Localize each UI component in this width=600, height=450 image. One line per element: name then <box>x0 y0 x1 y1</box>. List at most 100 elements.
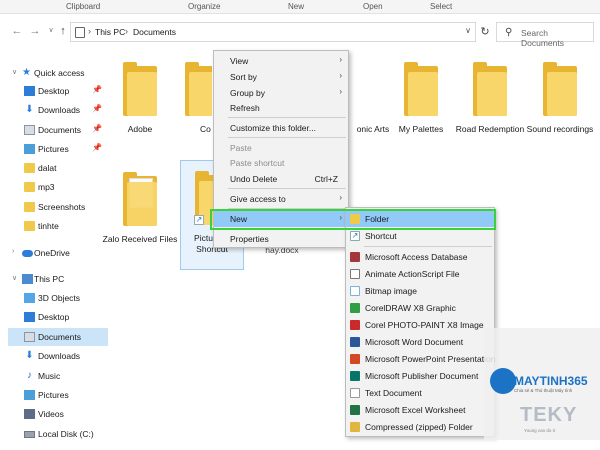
powerpoint-icon <box>350 354 360 364</box>
menu-item-label: Undo Delete <box>230 174 278 184</box>
chevron-down-icon[interactable]: ∨ <box>465 26 471 35</box>
menu-item-sort-by[interactable]: Sort by › <box>214 69 348 85</box>
sidebar-label: tinhte <box>38 221 59 231</box>
submenu-item-photopaint[interactable]: Corel PHOTO-PAINT X8 Image <box>346 317 494 333</box>
menu-item-label: Refresh <box>230 103 260 113</box>
submenu-item-label: Microsoft Access Database <box>365 252 468 262</box>
submenu-item-text[interactable]: Text Document <box>346 385 494 401</box>
menu-item-customize-folder[interactable]: Customize this folder... <box>214 120 348 136</box>
shortcut-icon: ↗ <box>350 231 360 241</box>
watermark-brand-2: TEKY <box>520 404 578 426</box>
publisher-icon <box>350 371 360 381</box>
sidebar-item-desktop[interactable]: Desktop 📌 <box>8 82 108 100</box>
menu-divider <box>228 188 346 189</box>
submenu-item-zip[interactable]: Compressed (zipped) Folder <box>346 419 494 435</box>
sidebar-item-pictures-pc[interactable]: Pictures <box>8 386 108 404</box>
menu-item-undo-delete[interactable]: Undo Delete Ctrl+Z <box>214 171 348 187</box>
menu-item-give-access[interactable]: Give access to › <box>214 191 348 207</box>
sidebar-item-3d-objects[interactable]: 3D Objects <box>8 289 108 307</box>
folder-icon <box>540 60 580 118</box>
sidebar-item-downloads-pc[interactable]: ⬇ Downloads <box>8 347 108 365</box>
sidebar-label: OneDrive <box>34 248 70 258</box>
sidebar-label: Quick access <box>34 68 85 78</box>
pictures-icon <box>24 144 35 154</box>
folder-item-zalo-received-files[interactable]: Zalo Received Files <box>100 170 180 245</box>
sidebar-item-local-disk[interactable]: Local Disk (C:) <box>8 425 108 443</box>
sidebar-item-dalat[interactable]: dalat <box>8 159 108 177</box>
search-box[interactable]: ⚲ Search Documents <box>496 22 594 48</box>
submenu-item-animate[interactable]: Animate ActionScript File <box>346 266 494 282</box>
menu-item-view[interactable]: View › <box>214 53 348 69</box>
sidebar-item-screenshots[interactable]: Screenshots <box>8 198 108 216</box>
file-explorer-window: Clipboard Organize New Open Select ← → ∨… <box>0 0 600 450</box>
submenu-item-powerpoint[interactable]: Microsoft PowerPoint Presentation <box>346 351 495 367</box>
folder-item-sound-recordings[interactable]: Sound recordings <box>520 60 600 135</box>
menu-item-group-by[interactable]: Group by › <box>214 85 348 101</box>
coreldraw-icon <box>350 303 360 313</box>
submenu-item-label: CorelDRAW X8 Graphic <box>365 303 456 313</box>
folder-label: Zalo Received Files <box>102 234 178 244</box>
folder-item-my-palettes[interactable]: My Palettes <box>381 60 461 135</box>
sidebar-item-onedrive[interactable]: › OneDrive <box>8 244 108 262</box>
folder-icon <box>470 60 510 118</box>
chevron-down-icon: ∨ <box>12 275 18 282</box>
sidebar-item-videos[interactable]: Videos <box>8 405 108 423</box>
download-icon: ⬇ <box>25 104 34 115</box>
submenu-item-shortcut[interactable]: ↗ Shortcut <box>346 228 494 244</box>
breadcrumb-documents[interactable]: Documents <box>133 27 176 37</box>
sidebar-item-desktop-pc[interactable]: Desktop <box>8 308 108 326</box>
folder-label: Road Redemption <box>455 124 525 134</box>
sidebar-item-pictures[interactable]: Pictures 📌 <box>8 140 108 158</box>
sidebar-item-documents[interactable]: Documents 📌 <box>8 121 108 139</box>
forward-arrow-icon[interactable]: → <box>28 24 42 38</box>
submenu-item-label: Shortcut <box>365 231 397 241</box>
sidebar-item-downloads[interactable]: ⬇ Downloads 📌 <box>8 101 108 119</box>
folder-item-co[interactable]: Co <box>182 60 212 135</box>
folder-icon <box>401 60 441 118</box>
sidebar-item-music[interactable]: ♪ Music <box>8 367 108 385</box>
sidebar-label: Documents <box>38 332 81 342</box>
folder-label: Co <box>200 124 211 134</box>
sidebar-item-tinhte[interactable]: tinhte <box>8 217 108 235</box>
chevron-right-icon: › <box>339 71 342 80</box>
watermark-tagline-2: Young can do it <box>524 428 555 433</box>
submenu-item-excel[interactable]: Microsoft Excel Worksheet <box>346 402 494 418</box>
maytinh365-logo-icon <box>490 368 516 394</box>
ribbon-group-organize: Organize <box>188 2 221 11</box>
address-bar[interactable]: › This PC › Documents ∨ <box>70 22 476 42</box>
menu-item-label: View <box>230 56 249 66</box>
menu-item-label: Paste shortcut <box>230 158 285 168</box>
sidebar-item-this-pc[interactable]: ∨ This PC <box>8 270 108 288</box>
submenu-item-publisher[interactable]: Microsoft Publisher Document <box>346 368 494 384</box>
menu-item-paste[interactable]: Paste <box>214 140 348 156</box>
up-arrow-icon[interactable]: ↑ <box>56 24 70 38</box>
menu-item-paste-shortcut[interactable]: Paste shortcut <box>214 155 348 171</box>
sidebar-label: Music <box>38 371 61 381</box>
ribbon-group-new: New <box>288 2 305 11</box>
sidebar-label: Screenshots <box>38 202 86 212</box>
folder-icon <box>120 60 160 118</box>
menu-item-label: Give access to <box>230 194 286 204</box>
sidebar-item-documents-pc[interactable]: Documents <box>8 328 108 346</box>
submenu-item-bitmap[interactable]: Bitmap image <box>346 283 494 299</box>
desktop-icon <box>24 312 35 322</box>
sidebar-label: Desktop <box>38 86 70 96</box>
sidebar-item-quick-access[interactable]: ∨ ★ Quick access <box>8 64 108 82</box>
submenu-item-coreldraw[interactable]: CorelDRAW X8 Graphic <box>346 300 494 316</box>
menu-item-refresh[interactable]: Refresh <box>214 100 348 116</box>
folder-icon <box>182 60 212 118</box>
breadcrumb-this-pc[interactable]: This PC <box>95 27 125 37</box>
folder-item-road-redemption[interactable]: Road Redemption <box>450 60 530 135</box>
desktop-icon <box>24 86 35 96</box>
refresh-icon[interactable]: ↻ <box>478 22 492 42</box>
submenu-item-word[interactable]: Microsoft Word Document <box>346 334 494 350</box>
folder-label: Adobe <box>127 124 153 134</box>
sidebar-item-mp3[interactable]: mp3 <box>8 178 108 196</box>
cloud-icon <box>22 250 33 257</box>
photopaint-icon <box>350 320 360 330</box>
menu-item-properties[interactable]: Properties <box>214 231 348 247</box>
submenu-item-access[interactable]: Microsoft Access Database <box>346 249 494 265</box>
menu-divider <box>228 137 346 138</box>
folder-item-adobe[interactable]: Adobe <box>100 60 180 135</box>
back-arrow-icon[interactable]: ← <box>10 24 24 38</box>
